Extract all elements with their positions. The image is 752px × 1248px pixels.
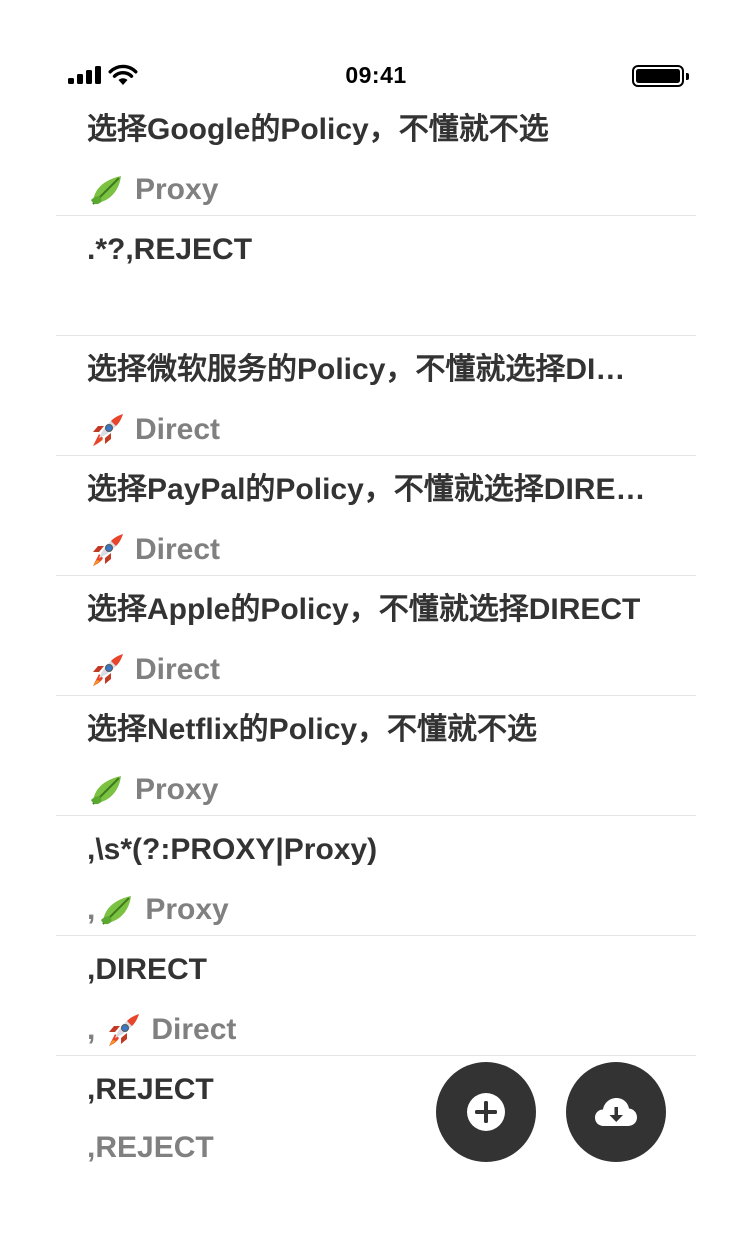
rule-row[interactable]: ,DIRECT , Direct <box>56 936 696 1056</box>
leaf-icon <box>91 176 121 205</box>
rocket-icon <box>93 534 123 566</box>
rule-title: 选择Apple的Policy，不懂就选择DIRECT <box>87 593 641 626</box>
rocket-icon <box>93 654 123 686</box>
rule-title: ,DIRECT <box>87 953 207 986</box>
rule-row[interactable]: 选择PayPal的Policy，不懂就选择DIRE… Direct <box>56 456 696 576</box>
rule-policy: Direct <box>87 650 220 690</box>
rule-policy-value: Direct <box>135 653 221 686</box>
rule-title: 选择Google的Policy，不懂就不选 <box>87 113 549 146</box>
rule-policy-value: Proxy <box>135 173 219 206</box>
status-time: 09:41 <box>345 62 407 88</box>
rule-policy: Direct <box>87 410 220 450</box>
rule-row[interactable]: 选择Netflix的Policy，不懂就不选 Proxy <box>56 696 696 816</box>
leaf-icon <box>101 896 132 925</box>
rocket-icon <box>93 414 123 446</box>
rule-policy: , Proxy <box>87 890 229 930</box>
rule-policy: ,REJECT <box>87 1130 214 1166</box>
rule-policy: Direct <box>87 530 220 570</box>
rule-policy-value: Direct <box>151 1013 237 1046</box>
download-config-button[interactable] <box>566 1062 666 1162</box>
rule-title: ,\s*(?:PROXY|Proxy) <box>87 833 378 866</box>
rule-title: 选择微软服务的Policy，不懂就选择DI… <box>87 353 626 386</box>
rule-policy-value: ,REJECT <box>87 1131 214 1164</box>
rule-title: .*?,REJECT <box>87 233 253 266</box>
rule-policy: Proxy <box>87 770 218 810</box>
add-rule-button[interactable] <box>436 1062 536 1162</box>
rule-list: 选择Google的Policy，不懂就不选 Proxy .*?,REJECT 选… <box>56 96 696 1176</box>
rule-row[interactable]: .*?,REJECT <box>56 216 696 336</box>
rule-row[interactable]: 选择Apple的Policy，不懂就选择DIRECT Direct <box>56 576 696 696</box>
rule-policy-value: Proxy <box>145 893 229 926</box>
rule-row[interactable]: 选择微软服务的Policy，不懂就选择DI… Direct <box>56 336 696 456</box>
status-bar: 09:41 <box>68 56 689 96</box>
cloud-download-icon <box>595 1098 637 1126</box>
rule-row[interactable]: ,\s*(?:PROXY|Proxy) , Proxy <box>56 816 696 936</box>
battery-icon <box>632 65 689 87</box>
leaf-icon <box>91 776 121 805</box>
rule-title: 选择PayPal的Policy，不懂就选择DIRE… <box>87 473 646 506</box>
plus-circle-icon <box>467 1093 505 1131</box>
rule-policy-value: Direct <box>135 533 221 566</box>
rule-policy-value: Direct <box>135 413 221 446</box>
rule-policy-prefix: , <box>87 893 96 926</box>
rule-policy-value: Proxy <box>135 773 219 806</box>
rule-title: 选择Netflix的Policy，不懂就不选 <box>87 713 538 746</box>
rule-row[interactable]: 选择Google的Policy，不懂就不选 Proxy <box>56 96 696 216</box>
rocket-icon <box>109 1014 140 1046</box>
rule-policy: Proxy <box>87 170 218 210</box>
rule-policy: , Direct <box>87 1010 236 1050</box>
rule-policy-prefix: , <box>87 1013 96 1046</box>
